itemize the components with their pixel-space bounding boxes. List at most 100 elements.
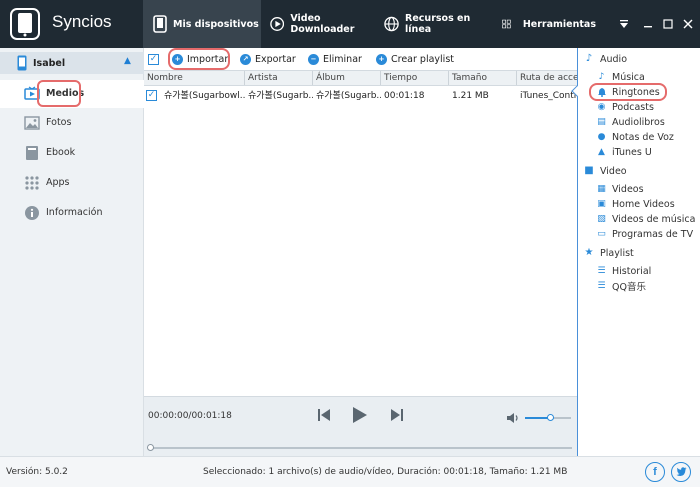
right-item-notas-de-voz[interactable]: ● Notas de Voz (596, 130, 674, 144)
export-icon: ↗ (240, 53, 251, 65)
highlight-ringtones (589, 83, 667, 101)
sidebar-item-apps[interactable]: Apps (0, 169, 144, 197)
close-icon[interactable] (680, 16, 696, 32)
device-name: Isabel (33, 57, 66, 69)
sidebar-item-ebook[interactable]: Ebook (0, 139, 144, 167)
right-item-videos-de-musica[interactable]: ▧ Videos de música (596, 212, 695, 226)
highlight-import (168, 48, 230, 70)
film-icon: ▦ (597, 183, 606, 194)
progress-bar[interactable] (147, 444, 572, 451)
right-item-label: Podcasts (612, 101, 654, 113)
export-label: Exportar (255, 53, 296, 65)
next-track-button[interactable] (390, 408, 404, 425)
progress-knob[interactable] (147, 444, 154, 451)
right-item-label: Música (612, 71, 645, 83)
right-item-label: Videos de música (612, 213, 696, 225)
tab-label: Herramientas (522, 18, 596, 30)
volume-slider[interactable] (525, 414, 571, 421)
export-button[interactable]: ↗ Exportar (240, 51, 296, 67)
previous-track-button[interactable] (317, 408, 331, 425)
phone-icon (153, 15, 167, 33)
right-item-label: Audiolibros (612, 116, 665, 128)
cell-tiempo: 00:01:18 (384, 91, 425, 101)
right-item-musica[interactable]: ♪ Música (596, 70, 645, 84)
status-bar: Versión: 5.0.2 Seleccionado: 1 archivo(s… (0, 456, 700, 487)
column-header-artista[interactable]: Artista (245, 71, 313, 85)
tab-recursos-en-linea[interactable]: Recursos en línea (384, 0, 494, 48)
twitter-icon[interactable] (671, 462, 691, 482)
cell-nombre: 슈가볼(Sugarbowl... (164, 91, 245, 101)
playlist-add-icon: + (376, 53, 387, 65)
right-item-home-videos[interactable]: ▣ Home Videos (596, 197, 675, 211)
previous-icon (318, 409, 330, 421)
create-playlist-label: Crear playlist (391, 53, 454, 65)
check-icon: ✓ (148, 53, 159, 65)
column-header-tiempo[interactable]: Tiempo (381, 71, 449, 85)
right-item-label: Videos (612, 183, 644, 195)
tab-herramientas[interactable]: Herramientas (502, 0, 596, 48)
section-title: Playlist (600, 247, 634, 259)
device-row[interactable]: Isabel ▲ (0, 52, 144, 74)
right-item-label: QQ音乐 (612, 282, 646, 293)
right-item-videos[interactable]: ▦ Videos (596, 182, 644, 196)
playback-time: 00:00:00/00:01:18 (148, 411, 232, 421)
table-row[interactable]: ✓ 슈가볼(Sugarbowl... 슈가볼(Sugarb... 슈가볼(Sug… (144, 86, 577, 106)
cell-tamano: 1.21 MB (452, 91, 489, 101)
volume-button[interactable] (506, 411, 520, 428)
section-title: Audio (600, 53, 628, 65)
selection-summary: Seleccionado: 1 archivo(s) de audio/víde… (203, 467, 568, 477)
volume-knob[interactable] (547, 414, 555, 421)
sidebar-item-fotos[interactable]: Fotos (0, 109, 144, 137)
grid-icon (502, 19, 511, 29)
cell-ruta: iTunes_Contr (520, 91, 577, 101)
check-icon: ✓ (146, 90, 157, 101)
next-icon (391, 409, 403, 421)
sidebar-item-informacion[interactable]: Información (0, 199, 144, 227)
syncios-logo-icon (10, 8, 40, 40)
playlist-icon: ☰ (597, 280, 606, 291)
tab-mis-dispositivos[interactable]: Mis dispositivos (143, 0, 261, 48)
tab-label: Recursos en línea (405, 13, 471, 35)
cell-artista: 슈가볼(Sugarb... (248, 91, 313, 101)
minimize-icon[interactable] (640, 16, 656, 32)
sidebar-item-label: Fotos (46, 117, 72, 128)
music-video-icon: ▧ (597, 213, 606, 224)
audiobook-icon: ▤ (597, 116, 606, 127)
photo-icon (24, 116, 40, 130)
app-header: Syncios Mis dispositivos Video Downloade… (0, 0, 700, 48)
globe-icon (384, 16, 399, 32)
maximize-icon[interactable] (660, 16, 676, 32)
voice-memo-icon: ● (597, 131, 606, 142)
book-icon (26, 146, 38, 160)
right-item-qq-music[interactable]: ☰ QQ音乐 (596, 279, 646, 294)
section-title: Video (600, 165, 627, 177)
eject-icon[interactable]: ▲ (124, 56, 131, 66)
play-circle-icon (270, 17, 285, 31)
create-playlist-button[interactable]: + Crear playlist (376, 51, 454, 67)
right-item-audiolibros[interactable]: ▤ Audiolibros (596, 115, 665, 129)
right-item-podcasts[interactable]: ◉ Podcasts (596, 100, 654, 114)
row-checkbox[interactable]: ✓ (146, 86, 162, 106)
column-header-tamano[interactable]: Tamaño (449, 71, 517, 85)
right-item-historial[interactable]: ☰ Historial (596, 264, 651, 278)
play-button[interactable] (351, 406, 369, 427)
select-all-checkbox[interactable]: ✓ (148, 51, 159, 67)
right-item-programas-de-tv[interactable]: ▭ Programas de TV (596, 227, 693, 241)
right-item-label: iTunes U (612, 146, 652, 158)
highlight-medios (37, 80, 81, 107)
right-item-itunes-u[interactable]: ▲ iTunes U (596, 145, 652, 159)
facebook-icon[interactable]: f (645, 462, 665, 482)
tab-video-downloader[interactable]: Video Downloader (270, 0, 378, 48)
column-header-nombre[interactable]: Nombre (144, 71, 245, 85)
delete-icon: − (308, 53, 319, 65)
phone-device-icon (17, 55, 27, 71)
right-item-label: Historial (612, 265, 652, 277)
left-sidebar: Isabel ▲ Medios Fotos Ebook Apps Informa… (0, 48, 144, 456)
music-note-icon: ♪ (585, 53, 593, 64)
column-header-ruta[interactable]: Ruta de acce (517, 71, 577, 85)
right-item-label: Home Videos (612, 198, 675, 210)
info-icon (25, 206, 39, 220)
column-header-album[interactable]: Álbum (313, 71, 381, 85)
delete-button[interactable]: − Eliminar (308, 51, 362, 67)
menu-icon[interactable] (616, 16, 632, 32)
